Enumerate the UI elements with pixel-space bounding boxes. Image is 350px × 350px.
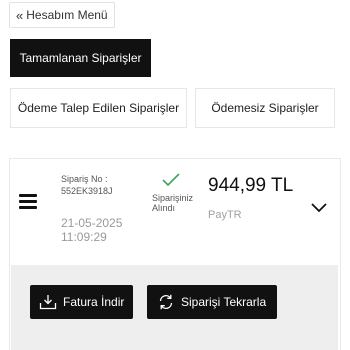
double-chevron-left-icon: « bbox=[16, 7, 24, 23]
back-to-account-menu-link[interactable]: « Hesabım Menü bbox=[9, 2, 115, 28]
download-invoice-label: Fatura İndir bbox=[63, 295, 125, 309]
repeat-order-button[interactable]: Siparişi Tekrarla bbox=[147, 285, 277, 319]
order-number: 552EK3918J bbox=[61, 186, 113, 196]
download-invoice-button[interactable]: Fatura İndir bbox=[30, 285, 133, 319]
back-link-label: Hesabım Menü bbox=[26, 8, 108, 22]
repeat-order-label: Siparişi Tekrarla bbox=[181, 295, 267, 309]
chevron-down-icon[interactable] bbox=[311, 203, 327, 213]
orders-page: « Hesabım Menü Tamamlanan Siparişler Öde… bbox=[0, 0, 350, 350]
refresh-icon bbox=[159, 294, 173, 310]
hamburger-menu-icon[interactable] bbox=[19, 194, 37, 209]
tab-completed-orders[interactable]: Tamamlanan Siparişler bbox=[10, 39, 151, 77]
tab-unpaid-orders[interactable]: Ödemesiz Siparişler bbox=[195, 88, 335, 128]
download-icon bbox=[39, 295, 57, 310]
payment-method: PayTR bbox=[208, 209, 242, 221]
order-amount: 944,99 TL bbox=[208, 175, 294, 196]
order-status: Siparişiniz Alındı bbox=[152, 193, 194, 213]
checkmark-icon bbox=[162, 173, 180, 187]
order-number-label: Sipariş No : bbox=[61, 174, 108, 184]
tab-payment-requested-orders[interactable]: Ödeme Talep Edilen Siparişler bbox=[10, 88, 187, 128]
order-date: 21-05-2025 11:09:29 bbox=[61, 216, 123, 244]
